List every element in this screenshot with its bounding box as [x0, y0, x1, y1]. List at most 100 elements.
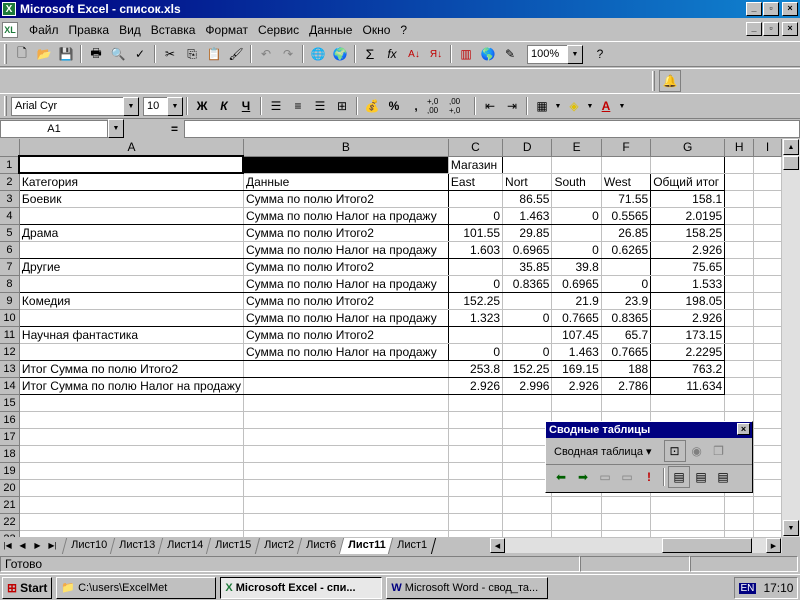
- cell[interactable]: Итог Сумма по полю Итого2: [18, 360, 244, 378]
- hyperlink-icon[interactable]: 🌐: [307, 43, 329, 65]
- cell[interactable]: [448, 428, 504, 446]
- cell[interactable]: [601, 155, 652, 174]
- cell[interactable]: [19, 513, 244, 531]
- row-header[interactable]: 22: [0, 513, 20, 531]
- refresh-data-icon[interactable]: !: [638, 466, 660, 488]
- group-icon[interactable]: ➡: [572, 466, 594, 488]
- print-preview-icon[interactable]: 🔍: [107, 43, 129, 65]
- cell[interactable]: 0: [447, 275, 504, 293]
- cell[interactable]: [753, 275, 782, 293]
- merge-center-icon[interactable]: ⊞: [331, 95, 353, 117]
- borders-icon[interactable]: ▦: [531, 95, 553, 117]
- increase-indent-icon[interactable]: ⇥: [501, 95, 523, 117]
- row-header[interactable]: 17: [0, 428, 20, 446]
- chart-wizard-icon[interactable]: ▥: [455, 43, 477, 65]
- cell[interactable]: [601, 496, 652, 514]
- cell[interactable]: [753, 411, 782, 429]
- next-sheet-icon[interactable]: ▶: [30, 538, 45, 553]
- cell[interactable]: West: [601, 172, 652, 191]
- cell[interactable]: Драма: [18, 224, 244, 242]
- cell[interactable]: [650, 155, 726, 174]
- borders-dropdown-icon[interactable]: ▼: [553, 95, 563, 117]
- row-header[interactable]: 5: [0, 224, 20, 242]
- close-button[interactable]: ×: [782, 2, 798, 16]
- cell[interactable]: Сумма по полю Итого2: [243, 224, 449, 242]
- cell[interactable]: [448, 445, 504, 463]
- cell[interactable]: Сумма по полю Налог на продажу: [243, 309, 449, 327]
- cell[interactable]: 1.463: [551, 343, 602, 361]
- sheet-tab[interactable]: Лист1: [388, 537, 437, 554]
- cell[interactable]: 0.6265: [601, 241, 652, 259]
- web-toolbar-icon[interactable]: 🌍: [329, 43, 351, 65]
- cell[interactable]: 0: [601, 275, 652, 293]
- cell[interactable]: 1.533: [650, 275, 726, 293]
- formula-equals-button[interactable]: =: [124, 122, 184, 136]
- select-data-icon[interactable]: ▤: [690, 466, 712, 488]
- cell[interactable]: [19, 530, 244, 537]
- cell[interactable]: [19, 462, 244, 480]
- cell[interactable]: [243, 496, 449, 514]
- cell[interactable]: 0: [447, 207, 504, 225]
- cell[interactable]: 2.926: [447, 377, 504, 395]
- cell[interactable]: 0.6965: [502, 241, 553, 259]
- cell[interactable]: [551, 224, 602, 242]
- print-icon[interactable]: 🖶: [85, 43, 107, 65]
- cell[interactable]: South: [551, 172, 602, 191]
- cell[interactable]: 71.55: [601, 190, 652, 208]
- cell[interactable]: [650, 513, 726, 531]
- cell[interactable]: [243, 513, 449, 531]
- cell[interactable]: 0.5565: [601, 207, 652, 225]
- name-box[interactable]: A1: [0, 119, 108, 138]
- select-label-data-icon[interactable]: ▤: [712, 466, 734, 488]
- column-header[interactable]: B: [243, 139, 449, 157]
- office-assistant-icon[interactable]: ?: [589, 43, 611, 65]
- cell[interactable]: [601, 530, 652, 537]
- fill-color-dropdown-icon[interactable]: ▼: [585, 95, 595, 117]
- cell[interactable]: [243, 530, 449, 537]
- cell[interactable]: 0: [502, 343, 553, 361]
- cell[interactable]: [601, 258, 652, 276]
- increase-decimal-button[interactable]: +,0 ,00: [427, 95, 449, 117]
- cell[interactable]: [19, 428, 244, 446]
- cell[interactable]: [724, 275, 755, 293]
- cell[interactable]: [502, 513, 553, 531]
- sheet-tab[interactable]: Лист14: [158, 537, 213, 554]
- cell[interactable]: 0.6965: [551, 275, 602, 293]
- cell[interactable]: [448, 462, 504, 480]
- row-header[interactable]: 4: [0, 207, 20, 225]
- align-left-icon[interactable]: ☰: [265, 95, 287, 117]
- sort-ascending-icon[interactable]: A↓: [403, 43, 425, 65]
- menu-help[interactable]: ?: [395, 23, 412, 37]
- hide-detail-icon[interactable]: ▭: [594, 466, 616, 488]
- select-label-icon[interactable]: ▤: [668, 465, 690, 488]
- scroll-down-icon[interactable]: ▼: [783, 520, 799, 536]
- column-header[interactable]: F: [601, 139, 652, 157]
- row-header[interactable]: 13: [0, 360, 20, 378]
- sheet-tab[interactable]: Лист13: [109, 537, 165, 554]
- cell[interactable]: [724, 241, 755, 259]
- cell[interactable]: [448, 479, 504, 497]
- font-select[interactable]: Arial Cyr: [11, 96, 123, 116]
- cell[interactable]: [448, 496, 504, 514]
- row-header[interactable]: 3: [0, 190, 20, 208]
- cell[interactable]: [724, 224, 755, 242]
- cell[interactable]: [502, 496, 553, 514]
- select-all-corner[interactable]: [0, 139, 20, 157]
- zoom-dropdown-icon[interactable]: ▼: [567, 44, 583, 64]
- cell[interactable]: 0.8365: [601, 309, 652, 327]
- doc-restore-button[interactable]: ▫: [763, 22, 779, 36]
- column-header[interactable]: E: [551, 139, 602, 157]
- cell[interactable]: [18, 241, 244, 259]
- cell[interactable]: Сумма по полю Налог на продажу: [243, 275, 449, 293]
- assistant-toolbar-grip[interactable]: [652, 71, 655, 91]
- cell[interactable]: [502, 394, 553, 412]
- cell[interactable]: 152.25: [447, 292, 504, 310]
- language-indicator[interactable]: EN: [738, 582, 757, 594]
- cell[interactable]: [724, 394, 755, 412]
- row-header[interactable]: 15: [0, 394, 20, 412]
- cell[interactable]: Категория: [18, 172, 244, 191]
- cell[interactable]: 2.926: [650, 309, 726, 327]
- cell[interactable]: 158.1: [650, 190, 726, 208]
- row-header[interactable]: 7: [0, 258, 20, 276]
- cell[interactable]: [448, 530, 504, 537]
